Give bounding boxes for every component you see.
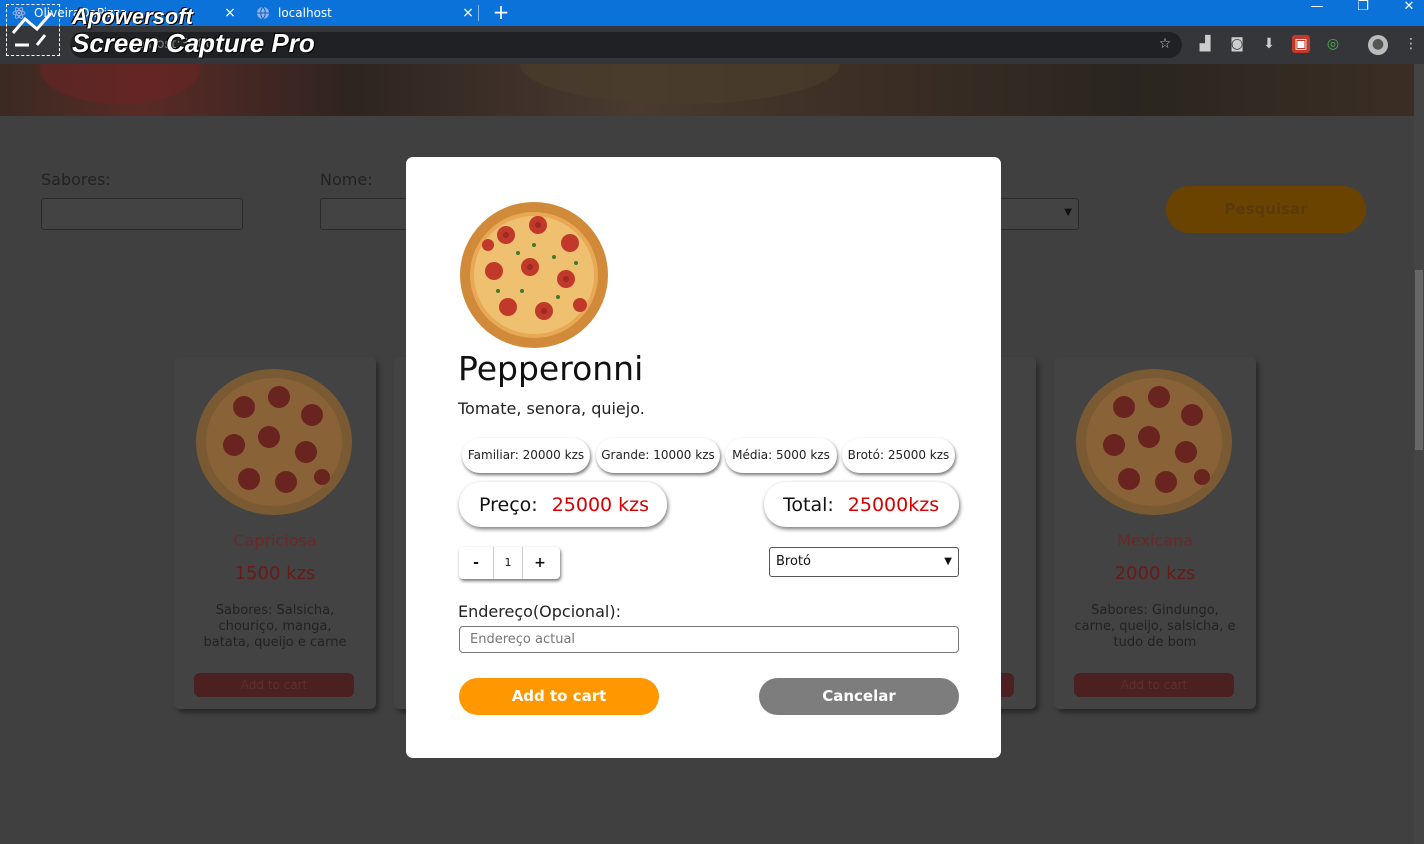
add-to-cart-button[interactable]: Add to cart xyxy=(459,678,659,715)
target-icon[interactable]: ◎ xyxy=(1324,35,1342,53)
sabores-input[interactable] xyxy=(41,198,243,230)
price-label: Preço: xyxy=(479,493,538,516)
watermark-brand: Apowersoft xyxy=(72,4,193,29)
page-scrollbar[interactable] xyxy=(1414,64,1424,844)
tab-separator xyxy=(478,5,479,21)
caret-down-icon: ▼ xyxy=(944,556,952,567)
pizza-card: Capriciosa 1500 kzs Sabores: Salsicha, c… xyxy=(174,357,376,709)
caret-down-icon: ▼ xyxy=(1064,207,1072,218)
watermark-product: Screen Capture Pro xyxy=(72,28,315,58)
size-option-familiar[interactable]: Familiar: 20000 kzs xyxy=(462,438,590,473)
pizza-image xyxy=(460,202,608,348)
pizza-image xyxy=(1076,369,1232,515)
tab-label: localhost xyxy=(278,6,332,20)
card-name: Mexicana xyxy=(1117,531,1193,550)
hero-banner xyxy=(0,64,1414,116)
price-display: Preço: 25000 kzs xyxy=(459,482,667,527)
address-input[interactable]: Endereço actual xyxy=(459,626,959,653)
nome-input[interactable] xyxy=(320,198,420,230)
size-option-broto[interactable]: Brotó: 25000 kzs xyxy=(842,438,955,473)
menu-icon[interactable]: ⋮ xyxy=(1402,35,1420,53)
pizza-card: Mexicana 2000 kzs Sabores: Gindungo, car… xyxy=(1054,357,1256,709)
search-button[interactable]: Pesquisar xyxy=(1166,186,1366,233)
browser-tab-bar: OliveiraDaPizza × localhost × + — ❐ ✕ xyxy=(0,0,1424,26)
chart-icon[interactable]: ▟ xyxy=(1196,35,1214,53)
product-modal: Pepperonni Tomate, senora, quiejo. Famil… xyxy=(406,157,1001,758)
size-option-media[interactable]: Média: 5000 kzs xyxy=(725,438,837,473)
close-icon[interactable]: × xyxy=(458,5,478,21)
hero-decoration xyxy=(40,64,200,104)
increment-button[interactable]: + xyxy=(523,547,557,579)
total-value: 25000kzs xyxy=(847,493,940,516)
cancel-button[interactable]: Cancelar xyxy=(759,678,959,715)
window-close-button[interactable]: ✕ xyxy=(1386,0,1424,26)
decrement-button[interactable]: - xyxy=(459,547,493,579)
card-name: Capriciosa xyxy=(233,531,317,550)
product-description: Tomate, senora, quiejo. xyxy=(458,399,645,418)
pizza-image xyxy=(196,369,352,515)
size-option-grande[interactable]: Grande: 10000 kzs xyxy=(596,438,720,473)
hero-decoration xyxy=(520,64,840,104)
close-icon[interactable]: × xyxy=(220,5,240,21)
download-icon[interactable]: ⬇ xyxy=(1260,35,1278,53)
profile-icon[interactable]: ● xyxy=(1368,35,1388,55)
gift-icon[interactable]: ▣ xyxy=(1292,35,1310,53)
total-display: Total: 25000kzs xyxy=(764,482,959,527)
card-description: Sabores: Salsicha, chouriço, manga, bata… xyxy=(203,603,347,650)
size-select-value: Brotó xyxy=(776,554,811,569)
camera-icon[interactable]: ◙ xyxy=(1228,35,1246,53)
size-select[interactable]: Brotó ▼ xyxy=(769,547,959,577)
total-label: Total: xyxy=(783,493,834,516)
address-label: Endereço(Opcional): xyxy=(458,602,621,621)
minimize-button[interactable]: — xyxy=(1294,0,1340,26)
product-title: Pepperonni xyxy=(458,349,644,388)
sabores-label: Sabores: xyxy=(41,170,111,189)
tab-localhost[interactable]: localhost × xyxy=(244,0,478,26)
card-price: 1500 kzs xyxy=(234,563,316,584)
price-value: 25000 kzs xyxy=(551,493,650,516)
card-price: 2000 kzs xyxy=(1114,563,1196,584)
globe-icon xyxy=(256,6,270,20)
filter-select[interactable]: ▼ xyxy=(990,198,1079,230)
add-to-cart-button[interactable]: Add to cart xyxy=(1074,673,1234,697)
quantity-stepper: - 1 + xyxy=(459,547,560,579)
new-tab-button[interactable]: + xyxy=(490,0,512,26)
add-to-cart-button[interactable]: Add to cart xyxy=(194,673,354,697)
watermark-logo xyxy=(6,4,60,56)
restore-button[interactable]: ❐ xyxy=(1340,0,1386,26)
nome-label: Nome: xyxy=(320,170,373,189)
scrollbar-thumb[interactable] xyxy=(1415,270,1423,450)
quantity-value[interactable]: 1 xyxy=(493,547,523,579)
card-description: Sabores: Gindungo, carne, queijo, salsic… xyxy=(1074,603,1236,650)
star-icon[interactable]: ☆ xyxy=(1156,35,1174,53)
